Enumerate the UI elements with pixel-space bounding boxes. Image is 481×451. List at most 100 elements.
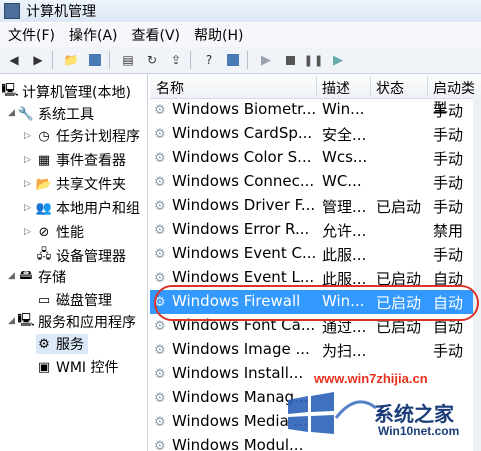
computer-management-icon <box>4 3 20 19</box>
tree-event-viewer[interactable]: ▦ 事件查看器 <box>36 150 126 170</box>
service-name: Windows Biometr... <box>172 100 316 118</box>
restart-service-icon[interactable]: ▶ <box>328 50 348 70</box>
tree-storage[interactable]: 🖴 存储 <box>18 267 66 287</box>
tree-item-label: 磁盘管理 <box>56 293 112 309</box>
tree-storage-label: 存储 <box>38 270 66 286</box>
watermark-site: Win10net.com <box>378 424 460 438</box>
table-row[interactable]: ⚙ Windows Event L... 此服... 已启动 自动 <box>150 266 481 290</box>
tree-task-scheduler[interactable]: ◷ 任务计划程序 <box>36 126 140 146</box>
table-row[interactable]: ⚙ Windows Event C... 此服... 手动 <box>150 242 481 266</box>
toolbar: ◀ ▶ 📁 ▤ ↻ ⇪ ? ▶ ❚❚ ▶ <box>0 47 481 74</box>
service-gear-icon: ⚙ <box>154 127 166 141</box>
vertical-scrollbar[interactable] <box>473 98 481 451</box>
service-description: 安全... <box>322 126 367 144</box>
menu-file[interactable]: 文件(F) <box>8 25 55 45</box>
service-description: WC... <box>322 172 362 190</box>
column-divider[interactable] <box>370 76 371 96</box>
watermark-brand: 系统之家 <box>374 402 454 426</box>
service-name: Windows Error R... <box>172 220 310 238</box>
menu-action[interactable]: 操作(A) <box>69 25 118 45</box>
column-divider[interactable] <box>316 76 317 96</box>
services-apps-icon: 🖳 <box>17 313 35 328</box>
service-status: 已启动 <box>376 198 422 216</box>
stop-service-icon[interactable] <box>280 50 300 70</box>
expand-arrow-icon[interactable]: ▷ <box>24 155 31 165</box>
tree-disk-management[interactable]: ▭ 磁盘管理 <box>36 290 112 310</box>
properties-icon[interactable]: ▤ <box>118 50 138 70</box>
tree-performance[interactable]: ⊘ 性能 <box>36 222 84 242</box>
storage-icon: 🖴 <box>19 268 33 283</box>
tree-root-label: 计算机管理(本地) <box>22 85 131 101</box>
service-gear-icon: ⚙ <box>154 439 166 451</box>
table-row[interactable]: ⚙ Windows Font Ca... 通过... 已启动 自动 <box>150 314 481 338</box>
tree-item-label: 共享文件夹 <box>56 177 126 193</box>
column-description[interactable]: 描述 <box>322 78 350 98</box>
table-row[interactable]: ⚙ Windows CardSp... 安全... 手动 <box>150 122 481 146</box>
table-row[interactable]: ⚙ Windows Driver F... 管理... 已启动 手动 <box>150 194 481 218</box>
service-description: 此服... <box>322 270 367 288</box>
tree-item-label: 服务 <box>56 337 84 353</box>
wmi-icon: ▣ <box>37 359 51 375</box>
tree-system-tools[interactable]: 🔧 系统工具 <box>18 104 94 124</box>
tree-item-label: 事件查看器 <box>56 153 126 169</box>
tree-root[interactable]: 🖳 计算机管理(本地) <box>1 82 131 102</box>
service-gear-icon: ⚙ <box>154 391 166 405</box>
up-folder-icon[interactable]: 📁 <box>61 50 81 70</box>
service-name: Windows Color S... <box>172 148 312 166</box>
tree-services-apps[interactable]: 🖳 服务和应用程序 <box>17 312 136 332</box>
expand-arrow-icon[interactable]: ▷ <box>24 131 31 141</box>
service-description: 管理... <box>322 198 367 216</box>
column-status[interactable]: 状态 <box>376 78 404 98</box>
show-action-pane-icon[interactable] <box>223 50 243 70</box>
menu-help[interactable]: 帮助(H) <box>194 25 243 45</box>
service-name: Windows Connec... <box>172 172 315 190</box>
tree-item-label: 本地用户和组 <box>56 201 140 217</box>
column-divider[interactable] <box>427 76 428 96</box>
service-gear-icon: ⚙ <box>154 175 166 189</box>
table-row[interactable]: ⚙ Windows Connec... WC... 手动 <box>150 170 481 194</box>
pause-service-icon[interactable]: ❚❚ <box>304 50 324 70</box>
collapse-arrow-icon[interactable]: ◢ <box>8 271 15 281</box>
export-list-icon[interactable]: ⇪ <box>166 50 186 70</box>
toolbar-separator <box>52 51 53 69</box>
table-row[interactable]: ⚙ Windows Firewall Win... 已启动 自动 <box>150 290 481 314</box>
table-row[interactable]: ⚙ Windows Image ... 为扫... 手动 <box>150 338 481 362</box>
tree-device-manager[interactable]: 🖧 设备管理器 <box>36 246 126 266</box>
service-name: Windows Install... <box>172 364 304 382</box>
service-gear-icon: ⚙ <box>154 415 166 429</box>
column-name[interactable]: 名称 <box>156 78 184 98</box>
start-service-icon[interactable]: ▶ <box>256 50 276 70</box>
tree-local-users[interactable]: 👥 本地用户和组 <box>36 198 140 218</box>
tree-shared-folders[interactable]: 📂 共享文件夹 <box>36 174 126 194</box>
show-hide-tree-icon[interactable] <box>85 50 105 70</box>
service-name: Windows Event L... <box>172 268 315 286</box>
forward-arrow-icon[interactable]: ▶ <box>28 50 48 70</box>
tree-services-apps-label: 服务和应用程序 <box>38 315 136 331</box>
refresh-icon[interactable]: ↻ <box>142 50 162 70</box>
table-row[interactable]: ⚙ Windows Biometr... Win... 手动 <box>150 98 481 122</box>
tree-item-label: 任务计划程序 <box>56 129 140 145</box>
clock-icon: ◷ <box>38 128 50 144</box>
tree-wmi-control[interactable]: ▣ WMI 控件 <box>36 357 119 377</box>
service-gear-icon: ⚙ <box>154 247 166 261</box>
window-title: 计算机管理 <box>26 4 96 20</box>
computer-icon: 🖳 <box>1 83 19 98</box>
expand-arrow-icon[interactable]: ▷ <box>24 179 31 189</box>
column-header: 名称 ˄ 描述 状态 启动类型 <box>150 74 481 117</box>
menu-view[interactable]: 查看(V) <box>132 25 181 45</box>
gear-icon: ⚙ <box>38 336 50 352</box>
expand-arrow-icon[interactable]: ▷ <box>24 227 31 237</box>
service-name: Windows Manag... <box>172 388 309 406</box>
service-description: 允许... <box>322 222 367 240</box>
tools-icon: 🔧 <box>17 106 35 122</box>
table-row[interactable]: ⚙ Windows Error R... 允许... 禁用 <box>150 218 481 242</box>
help-icon[interactable]: ? <box>199 50 219 70</box>
service-status: 已启动 <box>376 270 422 288</box>
tree-services[interactable]: ⚙ 服务 <box>36 334 88 354</box>
service-name: Windows Firewall <box>172 292 301 310</box>
back-arrow-icon[interactable]: ◀ <box>4 50 24 70</box>
table-row[interactable]: ⚙ Windows Color S... Wcs... 手动 <box>150 146 481 170</box>
expand-arrow-icon[interactable]: ▷ <box>24 203 31 213</box>
collapse-arrow-icon[interactable]: ◢ <box>8 316 15 326</box>
collapse-arrow-icon[interactable]: ◢ <box>8 108 15 118</box>
